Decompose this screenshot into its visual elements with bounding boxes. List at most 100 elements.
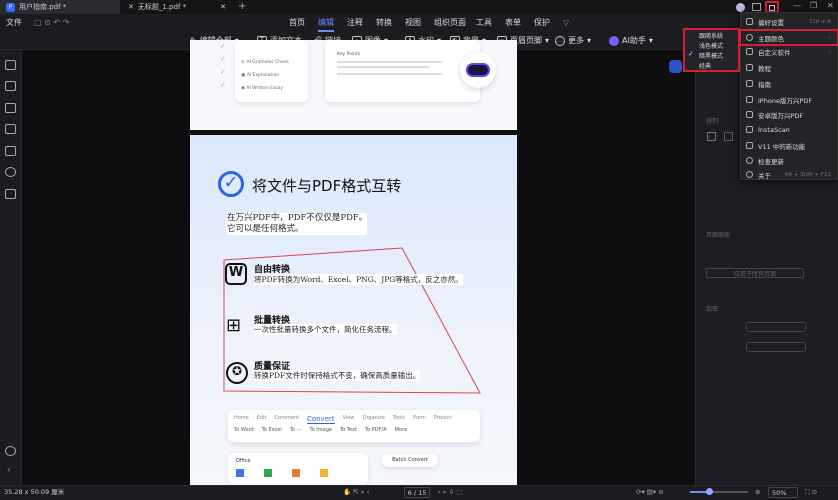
next-page-icon[interactable]: › » ⇩ ⬚ (438, 485, 462, 500)
theme-submenu: 跟随系统 浅色模式 ✓ 暗黑模式 经典 (683, 28, 740, 72)
ai-floating-icon[interactable] (669, 60, 682, 73)
search-icon[interactable] (5, 167, 16, 177)
ai-assistant-button[interactable]: AI助手 ▾ (609, 33, 653, 49)
menu-android[interactable]: 安卓版万兴PDF (741, 107, 837, 122)
check-icons: ✓ ✓ ✓ ✓ (220, 42, 226, 89)
menu-whats-new[interactable]: V11 中的新功能 (741, 138, 837, 153)
stack-icon[interactable] (5, 189, 16, 199)
menu-about[interactable]: 关于 Alt + Shift + F11 (741, 167, 837, 182)
menu-comment[interactable]: 注释 (347, 14, 363, 32)
page-heading: 将文件与PDF格式互转 (252, 177, 402, 195)
page-number-input[interactable]: 6 / 15 (404, 487, 430, 498)
attachment-icon[interactable] (5, 146, 16, 156)
maximize-button[interactable]: ❐ (810, 1, 817, 10)
close-icon[interactable]: ✕ (220, 3, 226, 11)
menu-protect[interactable]: 保护 (534, 14, 550, 32)
info-icon (746, 171, 753, 178)
align-icon[interactable] (707, 132, 716, 141)
tutorial-icon (746, 64, 753, 71)
gear-icon (746, 18, 753, 25)
menu-edit[interactable]: 编辑 (318, 14, 334, 32)
new-tab-button[interactable]: + (238, 1, 246, 12)
theme-light[interactable]: 浅色模式 (699, 41, 723, 50)
hand-tool-icon[interactable]: ✋ ⇱ « ‹ (343, 485, 369, 500)
close-icon[interactable]: ✕ (128, 3, 134, 11)
message-icon[interactable] (752, 3, 761, 11)
menu-customize[interactable]: 自定义软件 › (741, 44, 837, 59)
grid-icon (746, 48, 753, 55)
batch-icon: ⊞ (226, 315, 242, 336)
menu-preferences[interactable]: 偏好设置 Ctrl + K (741, 14, 837, 29)
tab-untitled[interactable]: ✕ 无标题_1.pdf * ✕ (122, 0, 232, 14)
theme-classic[interactable]: 经典 (699, 61, 711, 70)
collapse-icon[interactable]: ‹ (7, 465, 10, 474)
fullscreen-icon[interactable]: ⛶ ⊙ (805, 485, 817, 500)
avatar[interactable] (736, 3, 745, 12)
menu-check-update[interactable]: 检查更新 (741, 153, 837, 168)
apple-icon (746, 96, 753, 103)
menu-form[interactable]: 表单 (505, 14, 521, 32)
guide-icon (746, 80, 753, 87)
section-arrange[interactable]: 排列 (706, 116, 718, 125)
menu-tutorial[interactable]: 教程 (741, 60, 837, 75)
theme-follow-system[interactable]: 跟随系统 (699, 31, 723, 40)
zoom-slider[interactable] (690, 488, 748, 495)
menu-home[interactable]: 首页 (289, 14, 305, 32)
quality-icon: ✪ (226, 362, 248, 384)
more-icon: … (555, 36, 565, 46)
theme-dark[interactable]: 暗黑模式 (699, 51, 723, 60)
main-menu-dropdown: 偏好设置 Ctrl + K 主题颜色 › 自定义软件 › 教程 指南 iPhone版万… (739, 12, 838, 182)
menu-view[interactable]: 视图 (405, 14, 421, 32)
page-size: 35.28 x 50.09 厘米 (4, 488, 65, 496)
pages-icon[interactable] (5, 60, 16, 70)
feature-desc: 将PDF转换为Word、Excel、PNG、JPG等格式，反之亦然。 (254, 274, 463, 285)
check-icon: ✓ (688, 50, 694, 58)
menu-organize[interactable]: 组织页面 (434, 14, 466, 32)
section-encrypt[interactable]: 加密 (706, 304, 718, 313)
left-sidebar (0, 50, 22, 485)
key-points-card: Key Points (325, 40, 480, 102)
new-icon (746, 142, 753, 149)
menu-iphone[interactable]: iPhone版万兴PDF (741, 92, 837, 107)
distribute-icon[interactable] (724, 132, 733, 141)
minimize-button[interactable]: — (793, 1, 801, 10)
close-window-button[interactable]: ✕ (827, 1, 834, 10)
menu-convert[interactable]: 转换 (376, 14, 392, 32)
app-logo-icon: P (6, 2, 15, 12)
zoom-input[interactable]: 50% (768, 487, 798, 498)
feature-desc: 一次性批量转换多个文件，简化任务流程。 (254, 324, 397, 335)
help-icon[interactable] (5, 446, 16, 456)
scan-icon (746, 126, 753, 133)
apply-all-pages-button[interactable]: 应用于所有页面 (706, 268, 804, 278)
zoom-in-icon[interactable]: ⊕ (755, 485, 760, 500)
tab-user-guide[interactable]: P 用户指南.pdf * (0, 0, 120, 14)
field-input[interactable] (746, 322, 806, 332)
convert-toolbar-mockup: Home Edit Comment Convert View Organize Tools F… (228, 410, 480, 442)
feature-desc: 转换PDF文件时保持格式不变，确保高质量输出。 (254, 370, 421, 381)
section-page-scale: 页面缩放 (706, 232, 731, 239)
tab-label: 用户指南.pdf * (19, 3, 67, 11)
bookmark-icon[interactable] (5, 81, 16, 91)
menu-guide[interactable]: 指南 (741, 76, 837, 91)
check-circle-icon: ✓ (218, 171, 244, 197)
update-icon (746, 157, 753, 164)
menu-tools[interactable]: 工具 (476, 14, 492, 32)
save-icon[interactable]: ▢ ⊙ ↶ ↷ (34, 14, 69, 32)
layers-icon[interactable] (5, 124, 16, 134)
android-icon (746, 111, 753, 118)
menu-instascan[interactable]: InstaScan (741, 122, 837, 137)
word-icon: W (225, 263, 247, 285)
pdf-page-6: ✓ 将文件与PDF格式互转 在万兴PDF中，PDF不仅仅是PDF。 它可以是任何格… (190, 135, 517, 485)
more-button[interactable]: … 更多 ▾ (555, 33, 591, 49)
ai-icon (609, 36, 619, 46)
file-menu[interactable]: 文件 (6, 14, 22, 32)
intro-text: 在万兴PDF中，PDF不仅仅是PDF。 它可以是任何格式。 (227, 213, 368, 235)
search-icon[interactable]: ▽ (563, 14, 569, 32)
tab-label: 无标题_1.pdf * (137, 3, 187, 11)
ai-features-card: ◎ AI Grammar Check ▣ AI Explanation ◉ AI W… (235, 40, 308, 102)
office-card: Office (228, 453, 368, 485)
field-input[interactable] (746, 342, 806, 352)
fit-icon[interactable]: ⟳▾ ▤▾ ⊖ (636, 485, 664, 500)
theme-icon (746, 34, 753, 41)
comment-icon[interactable] (5, 103, 16, 113)
